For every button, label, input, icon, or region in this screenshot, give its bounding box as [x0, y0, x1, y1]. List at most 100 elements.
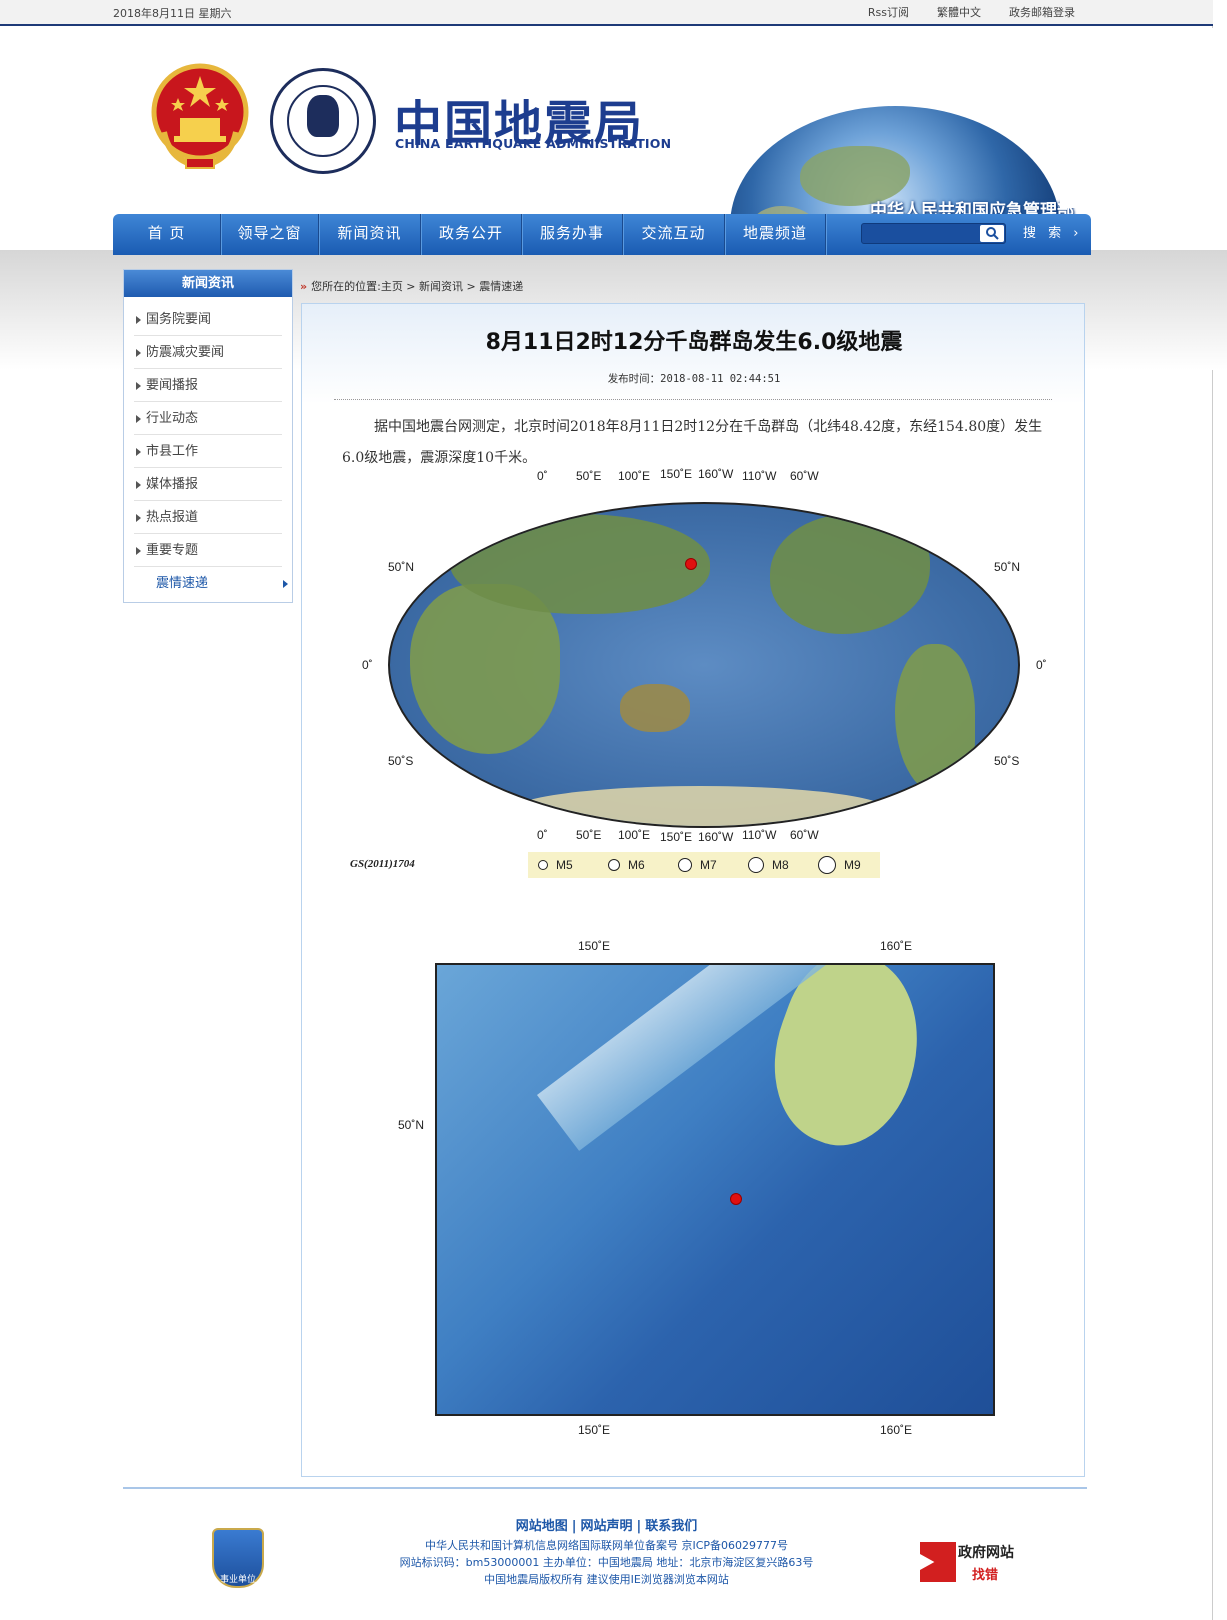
nav-services[interactable]: 服务办事: [522, 214, 623, 255]
lat-label: 50˚S: [388, 754, 414, 768]
legend-item: M6: [608, 858, 668, 872]
breadcrumb-arrow-icon: »: [300, 280, 308, 293]
circle-icon: [818, 856, 836, 874]
lon-label: 150˚E: [578, 939, 611, 953]
sidebar-item-special-topics[interactable]: 重要专题: [134, 534, 282, 567]
lon-label: 50˚E: [576, 828, 602, 842]
traditional-chinese-link[interactable]: 繁體中文: [937, 4, 981, 20]
eurasia-land: [450, 514, 710, 614]
statement-link[interactable]: 网站声明: [580, 1519, 632, 1534]
lat-label: 50˚N: [398, 1118, 425, 1132]
legend-item: M5: [538, 858, 598, 872]
world-map-figure: 0˚ 50˚E 100˚E 150˚E 160˚W 110˚W 60˚W 0˚ …: [350, 467, 1047, 880]
nav-interaction[interactable]: 交流互动: [623, 214, 725, 255]
lon-label: 60˚W: [790, 828, 819, 842]
sidebar-item-hot-reports[interactable]: 热点报道: [134, 501, 282, 534]
sidebar-item-industry[interactable]: 行业动态: [134, 402, 282, 435]
sidebar: 新闻资讯 国务院要闻 防震减灾要闻 要闻播报 行业动态 市县工作 媒体播报 热点…: [123, 269, 293, 603]
sidebar-item-media[interactable]: 媒体播报: [134, 468, 282, 501]
map-credit: GS(2011)1704: [350, 858, 415, 870]
lon-label: 50˚E: [576, 469, 602, 483]
legend-item: M8: [748, 857, 808, 873]
magnitude-legend: M5 M6 M7 M8 M9: [528, 852, 880, 878]
epicenter-marker: [685, 558, 697, 570]
search-button[interactable]: [980, 225, 1004, 242]
circle-icon: [608, 859, 620, 871]
triangle-right-icon: [136, 547, 141, 555]
divider: [334, 399, 1052, 400]
triangle-right-icon: [136, 514, 141, 522]
sidebar-item-disaster-prevention[interactable]: 防震减灾要闻: [134, 336, 282, 369]
south-america-land: [895, 644, 975, 794]
circle-icon: [678, 858, 692, 872]
nav-leaders[interactable]: 领导之窗: [221, 214, 319, 255]
national-emblem-icon: [151, 63, 249, 170]
footer-info: 中华人民共和国计算机信息网络国际联网单位备案号 京ICP备06029777号 网…: [399, 1539, 814, 1586]
contact-link[interactable]: 联系我们: [645, 1519, 697, 1534]
sidebar-item-state-council[interactable]: 国务院要闻: [134, 303, 282, 336]
lon-label: 100˚E: [618, 469, 651, 483]
nav-home[interactable]: 首 页: [113, 214, 221, 255]
sidebar-item-quake-express[interactable]: 震情速递: [134, 567, 288, 600]
nav-gov-affairs[interactable]: 政务公开: [421, 214, 522, 255]
lat-label: 0˚: [1036, 658, 1047, 672]
nav-earthquake-channel[interactable]: 地震频道: [725, 214, 826, 255]
footer-divider: [123, 1487, 1087, 1489]
lon-label: 160˚E: [880, 939, 913, 953]
lat-label: 50˚N: [388, 560, 415, 574]
triangle-right-icon: [283, 580, 288, 588]
kuril-trench: [537, 965, 993, 1151]
footer-links: 网站地图 | 网站声明 | 联系我们: [515, 1519, 698, 1534]
lon-label: 150˚E: [660, 467, 693, 481]
search-label[interactable]: 搜 索 ›: [1023, 214, 1082, 255]
sidebar-item-news-broadcast[interactable]: 要闻播报: [134, 369, 282, 402]
australia-land: [620, 684, 690, 732]
magnifier-icon: [920, 1542, 956, 1582]
world-map: [388, 502, 1020, 828]
top-links: Rss订阅 繁體中文 政务邮箱登录: [868, 4, 1075, 20]
sidebar-title: 新闻资讯: [124, 270, 292, 297]
sitemap-link[interactable]: 网站地图: [516, 1519, 568, 1534]
lon-label: 60˚W: [790, 469, 819, 483]
breadcrumb: » 您所在的位置:主页 > 新闻资讯 > 震情速递: [300, 278, 523, 294]
legend-item: M9: [818, 856, 878, 874]
rss-link[interactable]: Rss订阅: [868, 4, 909, 20]
lon-label: 100˚E: [618, 828, 651, 842]
epicenter-marker: [730, 1193, 742, 1205]
search-icon: [986, 227, 999, 240]
lon-label: 110˚W: [742, 828, 777, 842]
triangle-right-icon: [136, 316, 141, 324]
lat-label: 0˚: [362, 658, 373, 672]
lon-label: 0˚: [537, 828, 548, 842]
north-america-land: [770, 514, 930, 634]
triangle-right-icon: [136, 349, 141, 357]
lon-label: 160˚W: [698, 467, 734, 481]
legend-item: M7: [678, 858, 738, 872]
gov-site-error-report[interactable]: 政府网站 找错: [920, 1540, 1030, 1586]
circle-icon: [538, 860, 548, 870]
lon-label: 150˚E: [578, 1423, 611, 1437]
site-subtitle: CHINA EARTHQUAKE ADMINISTRATION: [395, 136, 672, 151]
triangle-right-icon: [136, 382, 141, 390]
mail-login-link[interactable]: 政务邮箱登录: [1009, 4, 1075, 20]
main-nav: 首 页 领导之窗 新闻资讯 政务公开 服务办事 交流互动 地震频道 搜 索 ›: [113, 214, 1091, 255]
breadcrumb-text[interactable]: 您所在的位置:主页 > 新闻资讯 > 震情速递: [311, 280, 523, 293]
lon-label: 160˚E: [880, 1423, 913, 1437]
sidebar-item-local-work[interactable]: 市县工作: [134, 435, 282, 468]
date-text: 2018年8月11日 星期六: [113, 7, 232, 20]
triangle-right-icon: [136, 415, 141, 423]
institution-badge-icon[interactable]: 事业单位: [212, 1528, 264, 1588]
lon-label: 160˚W: [698, 830, 734, 844]
cea-logo-icon: [270, 68, 376, 174]
article-body: 据中国地震台网测定，北京时间2018年8月11日2时12分在千岛群岛（北纬48.…: [342, 419, 1043, 466]
lon-label: 0˚: [537, 469, 548, 483]
lon-label: 110˚W: [742, 469, 777, 483]
triangle-right-icon: [136, 481, 141, 489]
search-input[interactable]: [862, 226, 977, 246]
antarctica-land: [510, 786, 890, 826]
nav-news[interactable]: 新闻资讯: [319, 214, 421, 255]
regional-map: [435, 963, 995, 1416]
circle-icon: [748, 857, 764, 873]
triangle-right-icon: [136, 448, 141, 456]
search-box: [861, 223, 1006, 246]
